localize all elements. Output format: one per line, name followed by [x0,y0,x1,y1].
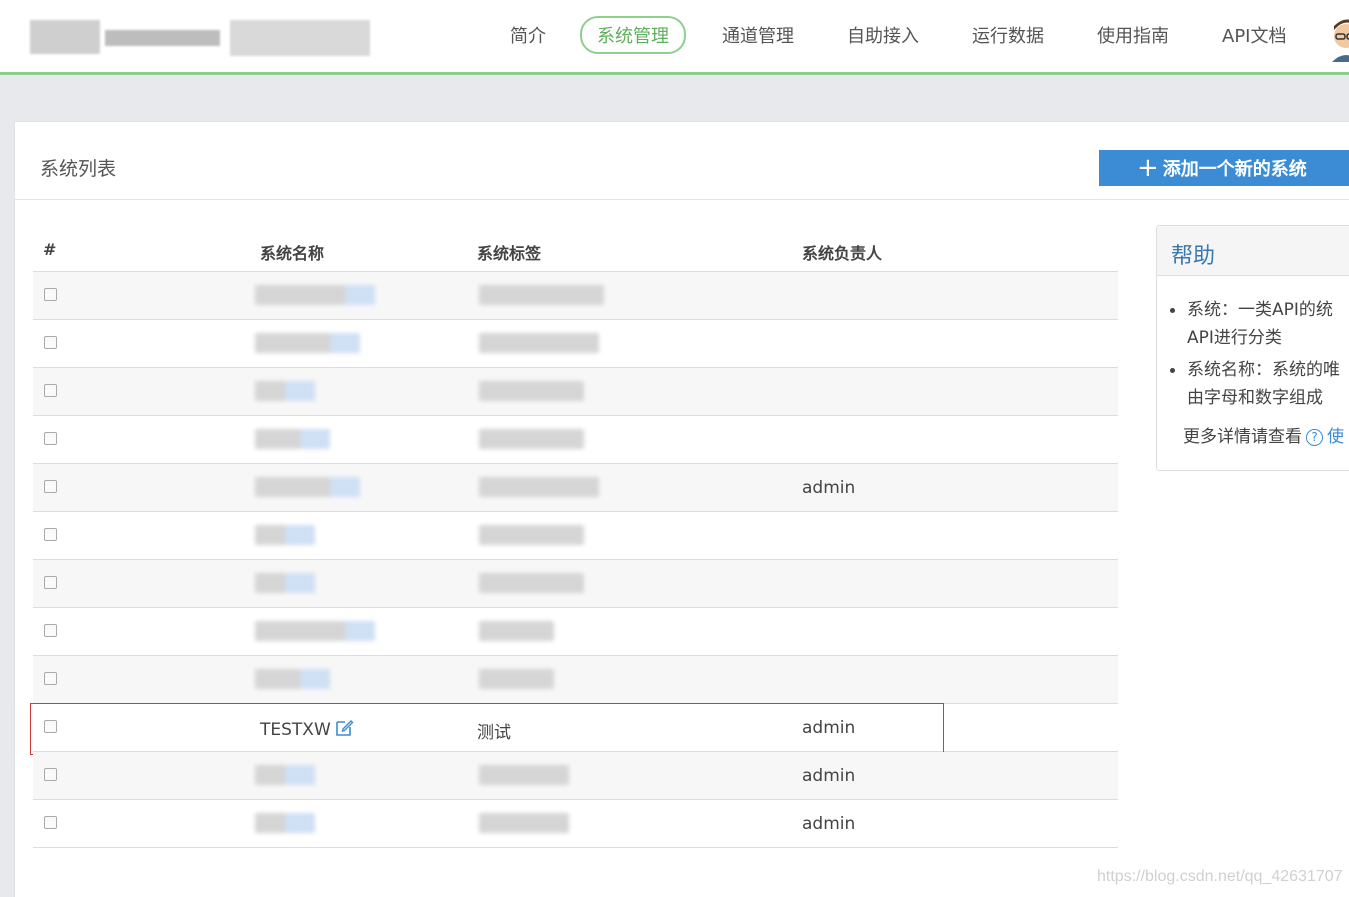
redacted-name [255,813,315,833]
add-system-label: 添加一个新的系统 [1162,159,1307,180]
edit-icon[interactable] [335,718,354,737]
watermark: https://blog.csdn.net/qq_42631707 [1097,868,1343,885]
redacted-name [255,669,330,689]
table-row[interactable] [33,320,1118,368]
redacted-tag [479,525,584,545]
row-checkbox[interactable] [44,768,57,781]
row-checkbox[interactable] [44,480,57,493]
help-more-link[interactable]: 使 [1327,427,1344,447]
redacted-tag [479,429,584,449]
help-more-text: 更多详情请查看 [1183,427,1302,447]
owner-cell: admin [802,718,856,738]
col-header-name: 系统名称 [260,244,325,263]
name-cell: TESTXW [260,718,354,740]
redacted-name [255,765,315,785]
table-row[interactable]: admin [33,752,1118,800]
nav-item-api-docs[interactable]: API文档 [1222,22,1286,48]
col-header-owner: 系统负责人 [802,244,883,263]
redacted-name [255,429,330,449]
row-checkbox[interactable] [44,624,57,637]
row-checkbox[interactable] [44,432,57,445]
nav-item-intro[interactable]: 简介 [510,22,546,48]
redacted-tag [479,285,604,305]
row-checkbox[interactable] [44,528,57,541]
owner-cell: admin [802,814,856,834]
owner-cell: admin [802,766,856,786]
redacted-name [255,381,315,401]
nav-item-system-management[interactable]: 系统管理 [580,16,686,54]
redacted-name [255,477,360,497]
redacted-name [255,573,315,593]
tag-cell: 测试 [477,723,511,743]
redacted-tag [479,669,554,689]
panel-header: 系统列表 + 添加一个新的系统 [15,122,1349,200]
table-header: # 系统名称 系统标签 系统负责人 [33,224,1118,272]
row-checkbox[interactable] [44,288,57,301]
row-checkbox[interactable] [44,672,57,685]
redacted-tag [479,477,599,497]
owner-cell: admin [802,478,856,498]
redacted-tag [479,621,554,641]
nav-item-runtime-data[interactable]: 运行数据 [972,22,1044,48]
table-row-testxw[interactable]: TESTXW 测试 admin [30,703,1118,755]
help-list: 系统：一类API的统 API进行分类 系统名称：系统的唯 由字母和数字组成 [1157,276,1349,412]
redacted-name [255,333,360,353]
system-table: # 系统名称 系统标签 系统负责人 admin TESTXW 测试 admin … [30,224,1118,848]
nav-item-self-service[interactable]: 自助接入 [847,22,919,48]
redacted-name [255,621,375,641]
redacted-tag [479,333,599,353]
table-row[interactable] [33,416,1118,464]
help-box: 帮助 系统：一类API的统 API进行分类 系统名称：系统的唯 由字母和数字组成 更… [1156,225,1349,471]
row-checkbox[interactable] [44,720,57,733]
nav-item-channel-management[interactable]: 通道管理 [722,22,794,48]
table-row[interactable]: admin [33,800,1118,848]
row-checkbox[interactable] [44,816,57,829]
table-row[interactable] [33,368,1118,416]
redacted-tag [479,573,584,593]
redacted-name [255,285,375,305]
help-title: 帮助 [1157,226,1349,276]
site-logo[interactable] [30,12,380,64]
help-item: 系统：一类API的统 API进行分类 [1170,296,1349,352]
plus-icon: + [1137,153,1159,183]
row-checkbox[interactable] [44,576,57,589]
col-header-tag: 系统标签 [477,244,542,263]
system-list-panel: 系统列表 + 添加一个新的系统 # 系统名称 系统标签 系统负责人 admin … [14,121,1349,897]
panel-title: 系统列表 [40,158,117,180]
table-row[interactable] [33,656,1118,704]
row-checkbox[interactable] [44,384,57,397]
help-more: 更多详情请查看? 使 [1157,416,1349,447]
table-row[interactable] [33,608,1118,656]
user-avatar-icon[interactable] [1328,14,1349,62]
redacted-tag [479,765,569,785]
table-row[interactable] [33,272,1118,320]
redacted-tag [479,813,569,833]
table-row[interactable]: admin [33,464,1118,512]
redacted-tag [479,381,584,401]
row-checkbox[interactable] [44,336,57,349]
help-item: 系统名称：系统的唯 由字母和数字组成 [1170,356,1349,412]
table-row[interactable] [33,560,1118,608]
system-name-text[interactable]: TESTXW [260,720,331,740]
top-navbar: 简介 系统管理 通道管理 自助接入 运行数据 使用指南 API文档 [0,0,1349,75]
nav-item-user-guide[interactable]: 使用指南 [1097,22,1169,48]
table-row[interactable] [33,512,1118,560]
col-header-index: # [43,240,57,259]
redacted-name [255,525,315,545]
add-system-button[interactable]: + 添加一个新的系统 [1099,150,1349,186]
question-icon: ? [1306,429,1323,446]
